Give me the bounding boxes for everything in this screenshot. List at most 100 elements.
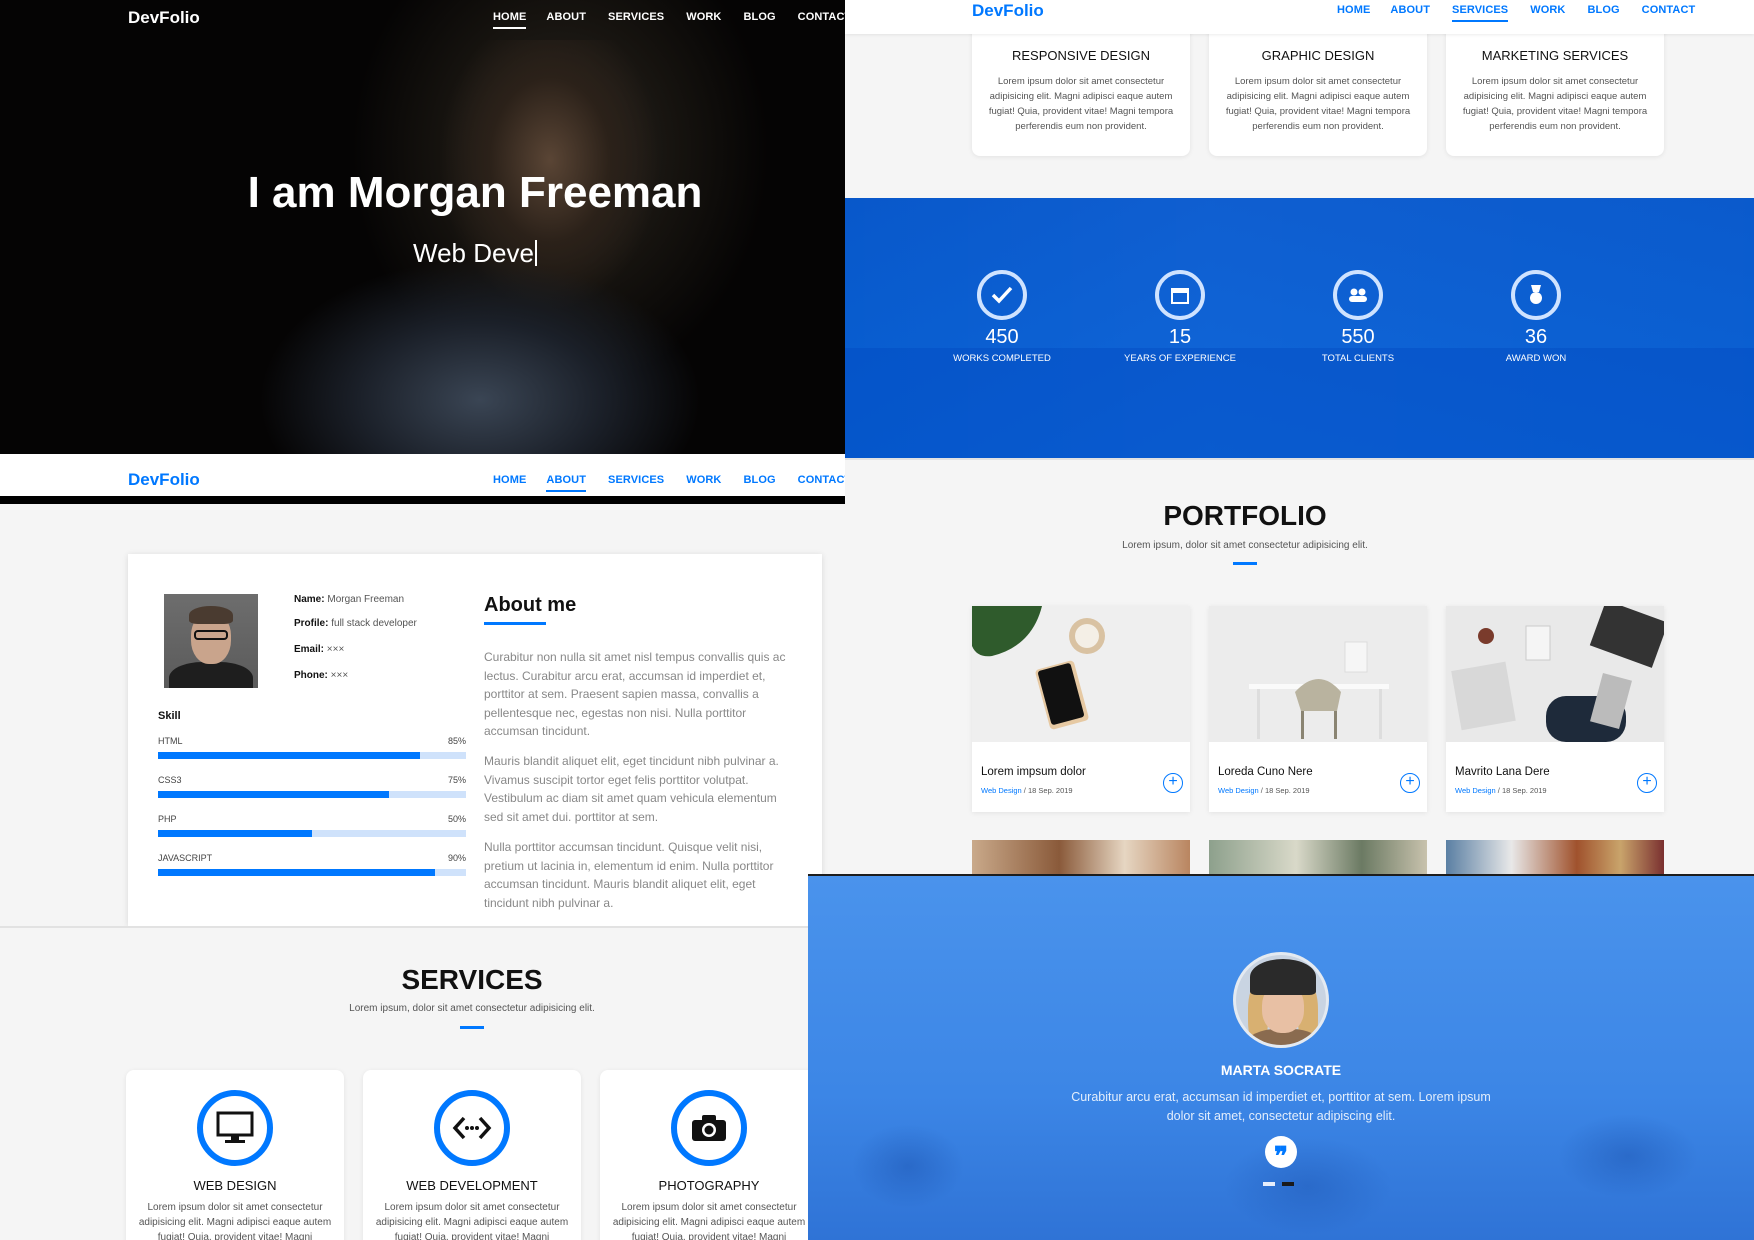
service-name: WEB DEVELOPMENT	[406, 1178, 538, 1193]
portfolio-item-date: / 18 Sep. 2019	[1495, 786, 1547, 795]
avatar-jacket	[169, 662, 253, 688]
portfolio-item-category[interactable]: Web Design	[1218, 786, 1259, 795]
avatar-glasses	[194, 630, 228, 640]
nav-blog[interactable]: BLOG	[743, 474, 775, 492]
counter-label: AWARD WON	[1505, 353, 1567, 364]
portfolio-item[interactable]: Mavrito Lana Dere Web Design / 18 Sep. 2…	[1446, 606, 1664, 812]
plus-circle-icon[interactable]: +	[1163, 773, 1183, 793]
service-card[interactable]: PHOTOGRAPHY Lorem ipsum dolor sit amet c…	[600, 1070, 808, 1240]
medal-icon	[1511, 270, 1561, 320]
service-description: Lorem ipsum dolor sit amet consectetur a…	[1225, 76, 1411, 132]
quote-icon: ❞	[1265, 1136, 1297, 1171]
info-email-value: ×××	[326, 644, 345, 655]
hero-section: DevFolio HOME ABOUT SERVICES WORK BLOG C…	[0, 0, 845, 454]
nav-home[interactable]: HOME	[1337, 4, 1370, 22]
brand-logo[interactable]: DevFolio	[128, 470, 200, 490]
info-name-value: Morgan Freeman	[327, 594, 405, 605]
counter-label: YEARS OF EXPERIENCE	[1124, 353, 1236, 364]
portfolio-item-meta: Web Design / 18 Sep. 2019	[981, 786, 1073, 795]
services-title: SERVICES	[401, 964, 543, 995]
info-profile-value: full stack developer	[331, 618, 417, 629]
portfolio-item-title: Loreda Cuno Nere	[1218, 766, 1313, 778]
about-card: Name: Morgan Freeman Profile: full stack…	[128, 554, 822, 926]
portfolio-image-partial[interactable]	[1446, 840, 1664, 874]
services-section: SERVICES Lorem ipsum, dolor sit amet con…	[0, 926, 808, 1240]
about-section: DevFolio HOME ABOUT SERVICES WORK BLOG C…	[0, 454, 845, 926]
testimonial-section: MARTA SOCRATE Curabitur arcu erat, accum…	[808, 874, 1754, 1240]
services-section-scrolled: DevFolio HOME ABOUT SERVICES WORK BLOG C…	[845, 0, 1754, 198]
skill-percent: 85%	[447, 736, 466, 746]
portfolio-item-category[interactable]: Web Design	[981, 786, 1022, 795]
testimonial-quote: Curabitur arcu erat, accumsan id imperdi…	[1071, 1090, 1491, 1123]
portfolio-title: PORTFOLIO	[1163, 500, 1327, 531]
service-name: MARKETING SERVICES	[1481, 48, 1629, 63]
counter-label: TOTAL CLIENTS	[1321, 353, 1395, 364]
portfolio-image-partial[interactable]	[1209, 840, 1427, 874]
service-card[interactable]: WEB DEVELOPMENT Lorem ipsum dolor sit am…	[363, 1070, 581, 1240]
monitor-icon	[197, 1090, 273, 1166]
portfolio-item-category[interactable]: Web Design	[1455, 786, 1496, 795]
skill-track	[158, 830, 466, 837]
info-email: Email: ×××	[294, 644, 344, 655]
nav-home[interactable]: HOME	[493, 11, 527, 29]
nav-about[interactable]: ABOUT	[1390, 4, 1430, 22]
skill-name: PHP	[158, 814, 177, 824]
service-name: GRAPHIC DESIGN	[1261, 48, 1375, 63]
hero-portrait-shirt	[250, 240, 710, 454]
carousel-dot-active[interactable]	[1282, 1182, 1294, 1186]
service-name: WEB DESIGN	[193, 1178, 277, 1193]
nav-services[interactable]: SERVICES	[1452, 4, 1509, 22]
nav-about[interactable]: ABOUT	[546, 474, 586, 492]
nav-blog[interactable]: BLOG	[743, 11, 775, 29]
portfolio-item[interactable]: Lorem impsum dolor Web Design / 18 Sep. …	[972, 606, 1190, 812]
nav-about[interactable]: ABOUT	[546, 11, 586, 29]
info-profile-label: Profile:	[294, 618, 329, 629]
service-description: Lorem ipsum dolor sit amet consectetur a…	[612, 1202, 806, 1240]
skill-percent: 50%	[447, 814, 466, 824]
about-paragraph: Nulla porttitor accumsan tincidunt. Quis…	[484, 840, 774, 910]
brand-logo[interactable]: DevFolio	[128, 8, 200, 28]
portfolio-item-title: Mavrito Lana Dere	[1455, 766, 1550, 778]
skill-fill	[158, 791, 389, 798]
counter-label: WORKS COMPLETED	[953, 353, 1051, 364]
title-underline	[1233, 562, 1257, 565]
nav-contact[interactable]: CONTACT	[1642, 4, 1696, 22]
testimonial-author: MARTA SOCRATE	[1220, 1062, 1342, 1078]
skill-fill	[158, 830, 312, 837]
service-name: PHOTOGRAPHY	[658, 1178, 760, 1193]
service-name: RESPONSIVE DESIGN	[1012, 48, 1150, 63]
skill-bar: JAVASCRIPT 90%	[158, 853, 466, 876]
plus-circle-icon[interactable]: +	[1637, 773, 1657, 793]
nav-services[interactable]: SERVICES	[608, 474, 664, 492]
service-card[interactable]: WEB DESIGN Lorem ipsum dolor sit amet co…	[126, 1070, 344, 1240]
nav-work[interactable]: WORK	[1530, 4, 1565, 22]
portfolio-item-meta: Web Design / 18 Sep. 2019	[1455, 786, 1547, 795]
nav-work[interactable]: WORK	[686, 474, 721, 492]
about-paragraph: Mauris blandit aliquet elit, eget tincid…	[484, 754, 779, 824]
nav-contact[interactable]: CONTACT	[798, 11, 845, 29]
portfolio-image[interactable]	[972, 606, 1190, 742]
nav-contact[interactable]: CONTACT	[798, 474, 845, 492]
skill-fill	[158, 752, 420, 759]
portfolio-item-date: / 18 Sep. 2019	[1258, 786, 1310, 795]
skill-bar: CSS3 75%	[158, 775, 466, 798]
brand-logo[interactable]: DevFolio	[972, 1, 1044, 21]
people-icon	[1333, 270, 1383, 320]
info-phone-value: ×××	[330, 670, 349, 681]
sticky-navbar: DevFolio HOME ABOUT SERVICES WORK BLOG C…	[845, 0, 1754, 34]
hero-typed-text: Web Deve	[413, 238, 534, 268]
heading-underline	[484, 622, 546, 625]
nav-services[interactable]: SERVICES	[608, 11, 664, 29]
nav-blog[interactable]: BLOG	[1587, 4, 1619, 22]
portfolio-image[interactable]	[1446, 606, 1664, 742]
portfolio-item[interactable]: Loreda Cuno Nere Web Design / 18 Sep. 20…	[1209, 606, 1427, 812]
counter-item: 15 YEARS OF EXPERIENCE	[1105, 270, 1255, 364]
calendar-icon	[1155, 270, 1205, 320]
info-name: Name: Morgan Freeman	[294, 594, 404, 605]
portfolio-image[interactable]	[1209, 606, 1427, 742]
plus-circle-icon[interactable]: +	[1400, 773, 1420, 793]
portfolio-image-partial[interactable]	[972, 840, 1190, 874]
carousel-dot[interactable]	[1263, 1182, 1275, 1186]
nav-work[interactable]: WORK	[686, 11, 721, 29]
nav-home[interactable]: HOME	[493, 474, 526, 492]
